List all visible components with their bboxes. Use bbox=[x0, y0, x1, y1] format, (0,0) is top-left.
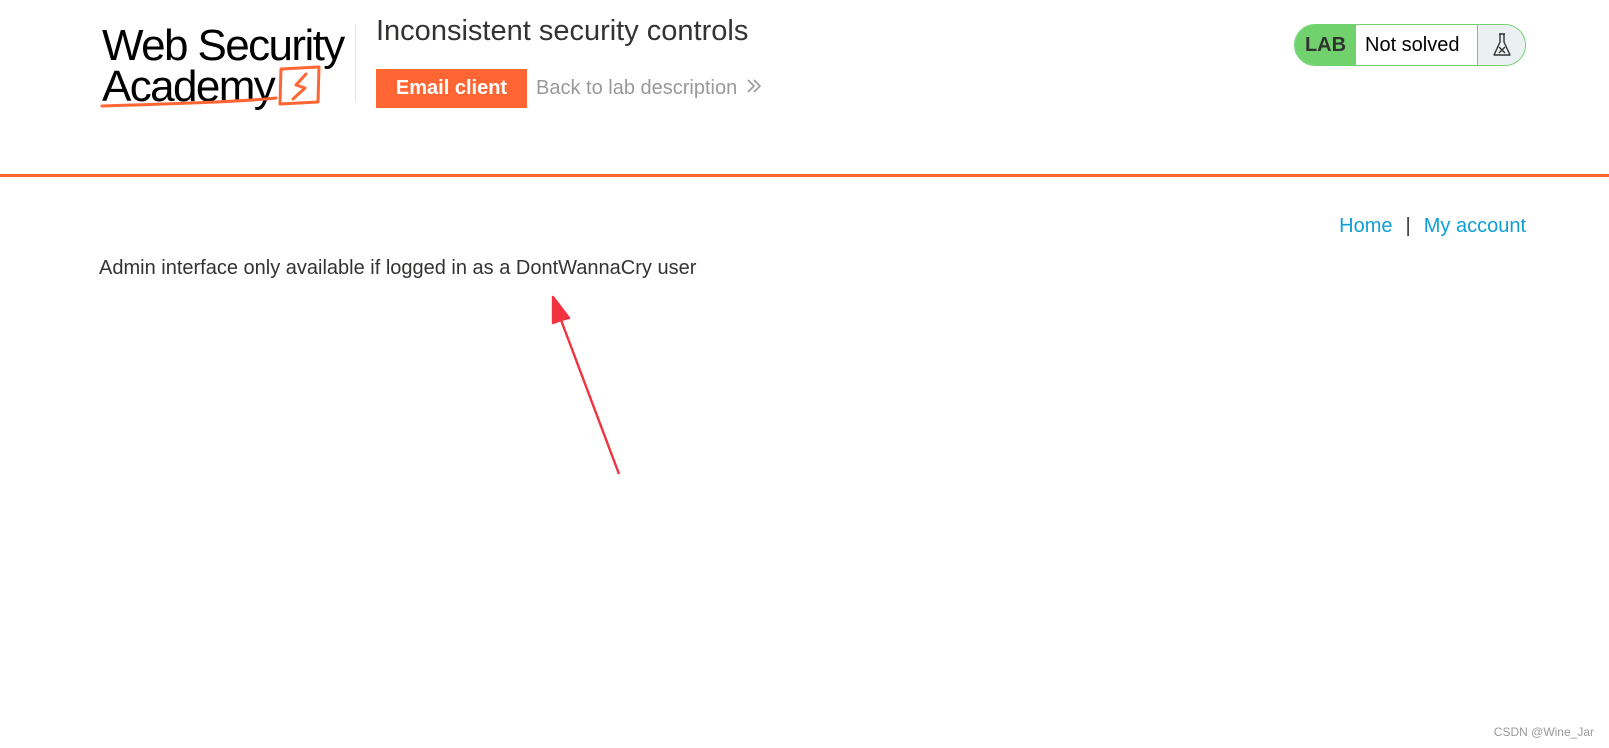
lab-status-widget: LAB Not solved bbox=[1294, 24, 1526, 66]
csdn-watermark: CSDN @Wine_Jar bbox=[1493, 725, 1594, 739]
lightning-bolt-icon bbox=[100, 65, 321, 108]
header-orange-rule bbox=[0, 174, 1609, 177]
admin-unavailable-message: Admin interface only available if logged… bbox=[99, 257, 697, 279]
nav-my-account-link[interactable]: My account bbox=[1424, 215, 1526, 238]
email-client-button[interactable]: Email client bbox=[376, 69, 527, 108]
header-divider bbox=[355, 24, 356, 102]
double-chevron-right-icon bbox=[746, 77, 762, 100]
flask-icon[interactable] bbox=[1478, 25, 1525, 65]
back-link-label: Back to lab description bbox=[536, 77, 738, 99]
back-to-lab-description-link[interactable]: Back to lab description bbox=[536, 77, 762, 100]
web-security-academy-logo[interactable]: Web Security Academy bbox=[100, 22, 350, 114]
nav-separator: | bbox=[1405, 215, 1411, 237]
lab-state: Not solved bbox=[1356, 25, 1478, 65]
nav-home-link[interactable]: Home bbox=[1339, 215, 1392, 238]
lab-title: Inconsistent security controls bbox=[376, 15, 749, 47]
top-nav: Home | My account bbox=[1339, 215, 1526, 238]
lab-badge: LAB bbox=[1295, 25, 1356, 65]
